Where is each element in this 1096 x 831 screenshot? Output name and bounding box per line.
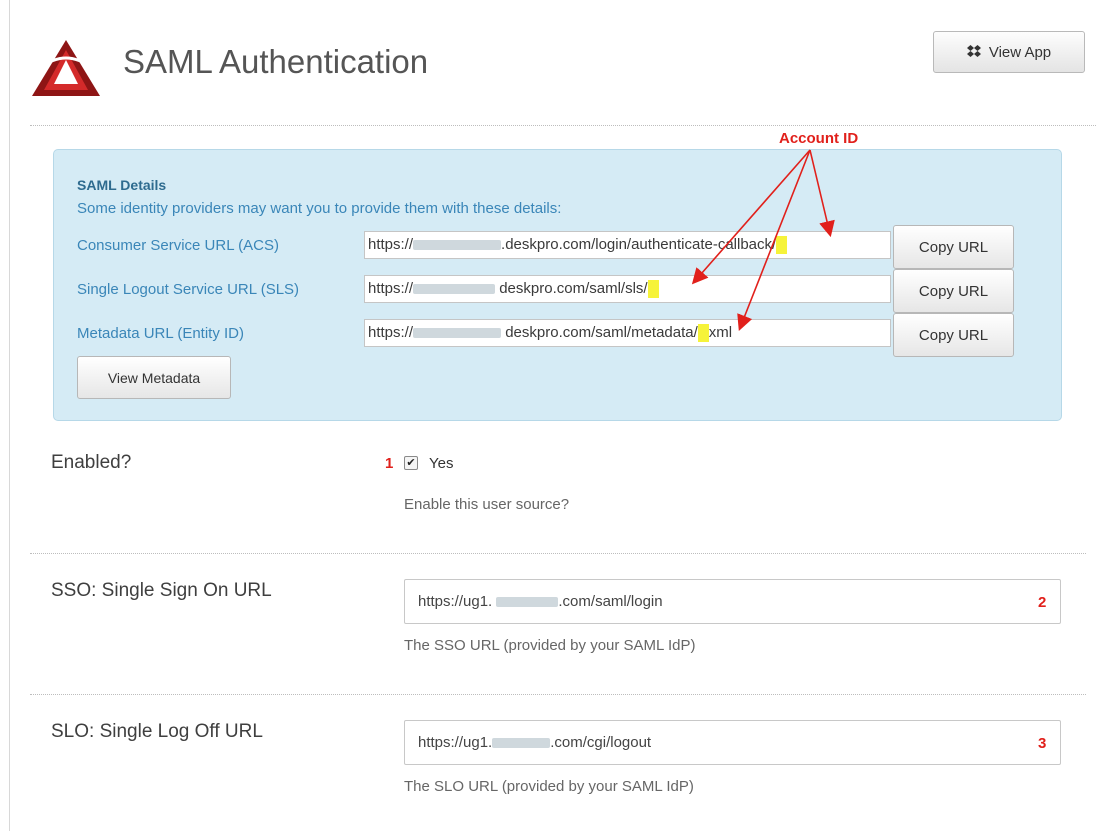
enabled-checkbox[interactable]: ✔ xyxy=(404,456,418,470)
enabled-checkbox-label[interactable]: Yes xyxy=(429,455,453,472)
account-id-highlight xyxy=(776,236,788,255)
dropbox-icon xyxy=(966,44,981,61)
copy-metadata-url-button[interactable]: Copy URL xyxy=(893,313,1014,357)
metadata-url-field[interactable]: https:// deskpro.com/saml/metadata/xml xyxy=(364,319,891,347)
view-metadata-button[interactable]: View Metadata xyxy=(77,356,231,399)
slo-label: SLO: Single Log Off URL xyxy=(51,721,263,742)
copy-sls-url-button[interactable]: Copy URL xyxy=(893,269,1014,313)
redacted-host xyxy=(496,597,559,608)
redacted-host xyxy=(492,738,551,749)
acs-url-field[interactable]: https://.deskpro.com/login/authenticate-… xyxy=(364,231,891,259)
checkmark-icon: ✔ xyxy=(406,457,416,469)
slo-url-input[interactable]: https://ug1. .com/cgi/logout xyxy=(404,720,1061,765)
left-border xyxy=(9,0,10,831)
view-app-label: View App xyxy=(988,43,1052,61)
app-logo xyxy=(30,38,102,98)
account-id-annotation: Account ID xyxy=(779,130,859,147)
redacted-host xyxy=(413,240,502,251)
sls-url-field[interactable]: https:// deskpro.com/saml/sls/ xyxy=(364,275,891,303)
enabled-label: Enabled? xyxy=(51,452,132,473)
page-title: SAML Authentication xyxy=(123,43,429,80)
sso-url-input[interactable]: https://ug1. .com/saml/login xyxy=(404,579,1061,624)
redacted-host xyxy=(413,284,496,295)
marker-3: 3 xyxy=(1038,735,1047,752)
saml-details-description: Some identity providers may want you to … xyxy=(77,200,562,217)
row-divider xyxy=(30,694,1086,695)
enabled-help: Enable this user source? xyxy=(404,496,570,513)
slo-help: The SLO URL (provided by your SAML IdP) xyxy=(404,778,694,795)
sls-label: Single Logout Service URL (SLS) xyxy=(77,281,300,298)
row-divider xyxy=(30,553,1086,554)
account-id-highlight xyxy=(647,280,659,299)
sso-help: The SSO URL (provided by your SAML IdP) xyxy=(404,637,696,654)
account-id-highlight xyxy=(697,324,709,343)
header-divider xyxy=(30,125,1096,126)
acs-label: Consumer Service URL (ACS) xyxy=(77,237,279,254)
metadata-label: Metadata URL (Entity ID) xyxy=(77,325,244,342)
marker-1: 1 xyxy=(385,455,394,472)
copy-acs-url-button[interactable]: Copy URL xyxy=(893,225,1014,269)
saml-details-title: SAML Details xyxy=(77,177,167,193)
view-app-button[interactable]: View App xyxy=(933,31,1085,73)
marker-2: 2 xyxy=(1038,594,1047,611)
redacted-host xyxy=(413,328,502,339)
sso-label: SSO: Single Sign On URL xyxy=(51,580,272,601)
